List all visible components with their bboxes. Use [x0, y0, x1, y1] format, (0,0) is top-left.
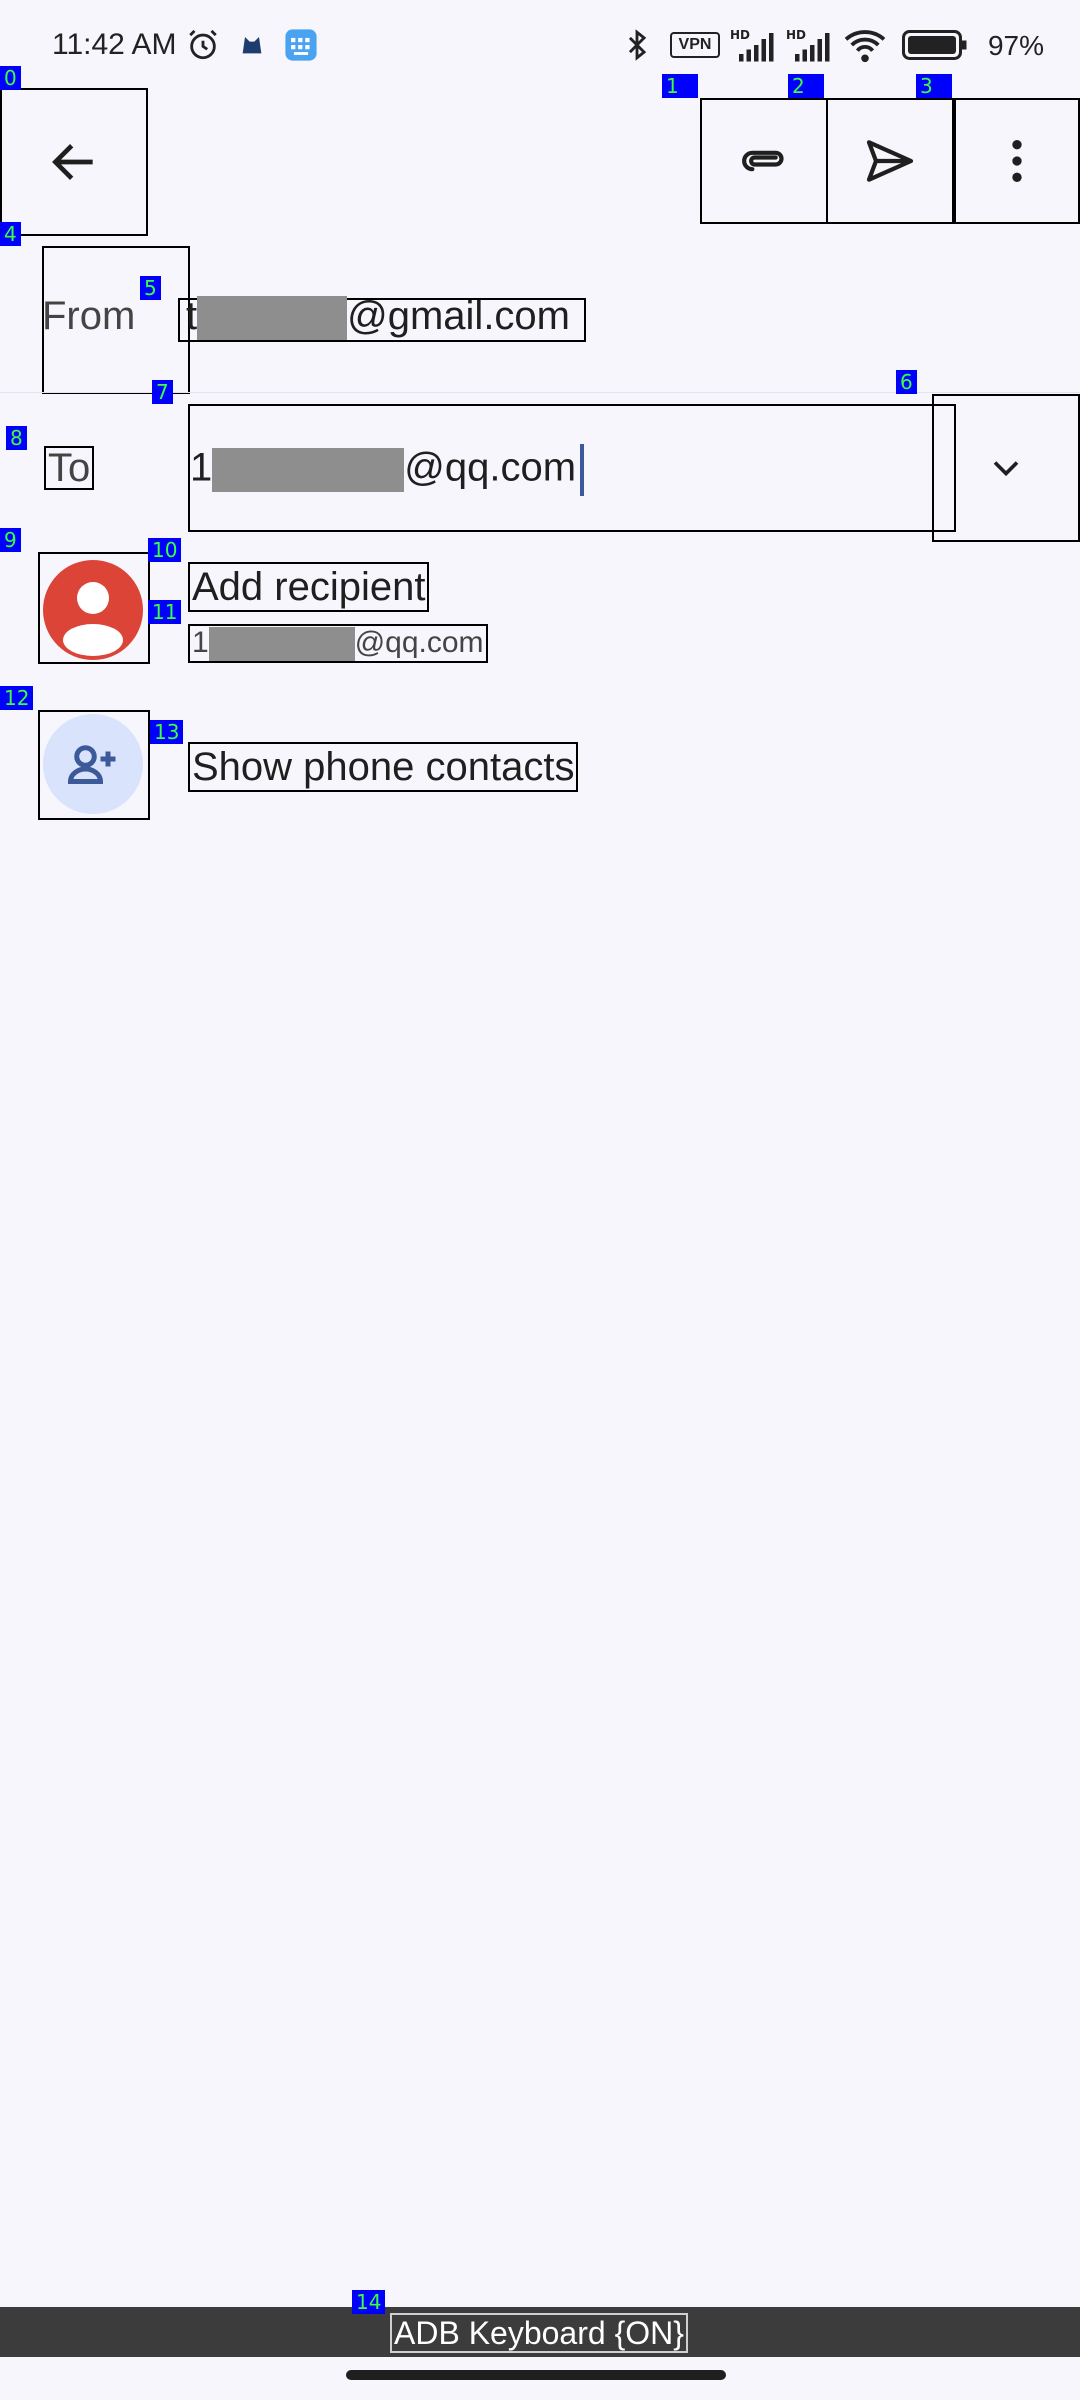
- more-options-button[interactable]: [954, 98, 1080, 224]
- back-button[interactable]: [0, 88, 148, 236]
- overlay-tag: 3: [916, 74, 952, 98]
- suggestion-email: 1 @qq.com: [188, 624, 488, 664]
- add-contact-avatar: [43, 714, 143, 814]
- show-phone-contacts[interactable]: Show phone contacts: [188, 742, 579, 792]
- to-label: To: [44, 446, 95, 490]
- paperclip-icon: [742, 150, 784, 172]
- overlay-tag: 0: [0, 66, 21, 90]
- keyboard-app-icon: [285, 29, 317, 61]
- send-icon: [866, 140, 914, 182]
- avatar: [43, 560, 143, 660]
- adb-keyboard-label: ADB Keyboard {ON}: [390, 2313, 688, 2353]
- from-email: t @gmail.com: [186, 294, 570, 341]
- person-icon: [63, 582, 123, 656]
- from-label: From: [42, 294, 136, 338]
- send-button[interactable]: [826, 98, 954, 224]
- redacted-text: [208, 627, 355, 662]
- overlay-tag: 10: [148, 538, 182, 562]
- arrow-left-icon: [52, 144, 93, 180]
- hd-signal-icon: HD: [730, 28, 774, 62]
- overlay-tag: 7: [152, 380, 173, 404]
- suggestion-email-prefix: 1: [192, 626, 209, 659]
- bluetooth-icon: [628, 29, 647, 61]
- home-indicator[interactable]: [346, 2370, 726, 2380]
- attach-button[interactable]: [700, 98, 828, 224]
- overlay-tag: 13: [150, 720, 184, 744]
- overlay-tag: 6: [896, 370, 917, 394]
- vpn-icon: VPN: [670, 32, 720, 58]
- battery-percent: 97%: [987, 30, 1044, 61]
- overlay-tag: 12: [0, 686, 34, 710]
- overlay-tag: 1: [662, 74, 698, 98]
- from-email-suffix: @gmail.com: [347, 294, 570, 338]
- to-input-value: 1 @qq.com: [190, 444, 585, 496]
- overlay-tag: 11: [148, 600, 182, 624]
- overlay-tag: 5: [140, 276, 161, 300]
- svg-text:HD: HD: [786, 28, 806, 42]
- overlay-tag: 2: [788, 74, 824, 98]
- to-email-prefix: 1: [190, 445, 213, 490]
- to-email-suffix: @qq.com: [404, 445, 577, 490]
- expand-recipients-button[interactable]: [932, 394, 1080, 542]
- svg-text:HD: HD: [730, 28, 750, 42]
- overlay-tag: 9: [0, 528, 21, 552]
- overlay-tag: 4: [0, 222, 21, 246]
- wifi-icon: [844, 30, 886, 63]
- from-email-prefix: t: [186, 294, 198, 338]
- redacted-text: [212, 448, 405, 492]
- cat-icon: [242, 37, 262, 54]
- overlay-tag: 14: [352, 2290, 386, 2314]
- person-add-icon: [67, 745, 116, 784]
- suggestion-email-suffix: @qq.com: [354, 626, 484, 659]
- text-cursor: [580, 444, 585, 496]
- redacted-text: [197, 296, 348, 341]
- hd-signal-icon: HD: [786, 28, 830, 62]
- battery-icon: [902, 30, 967, 60]
- more-vert-icon: [1012, 140, 1022, 182]
- chevron-down-icon: [993, 461, 1019, 477]
- add-recipient-label[interactable]: Add recipient: [188, 562, 430, 612]
- status-time: 11:42 AM: [52, 28, 177, 61]
- overlay-tag: 8: [6, 426, 27, 450]
- alarm-icon: [189, 29, 217, 60]
